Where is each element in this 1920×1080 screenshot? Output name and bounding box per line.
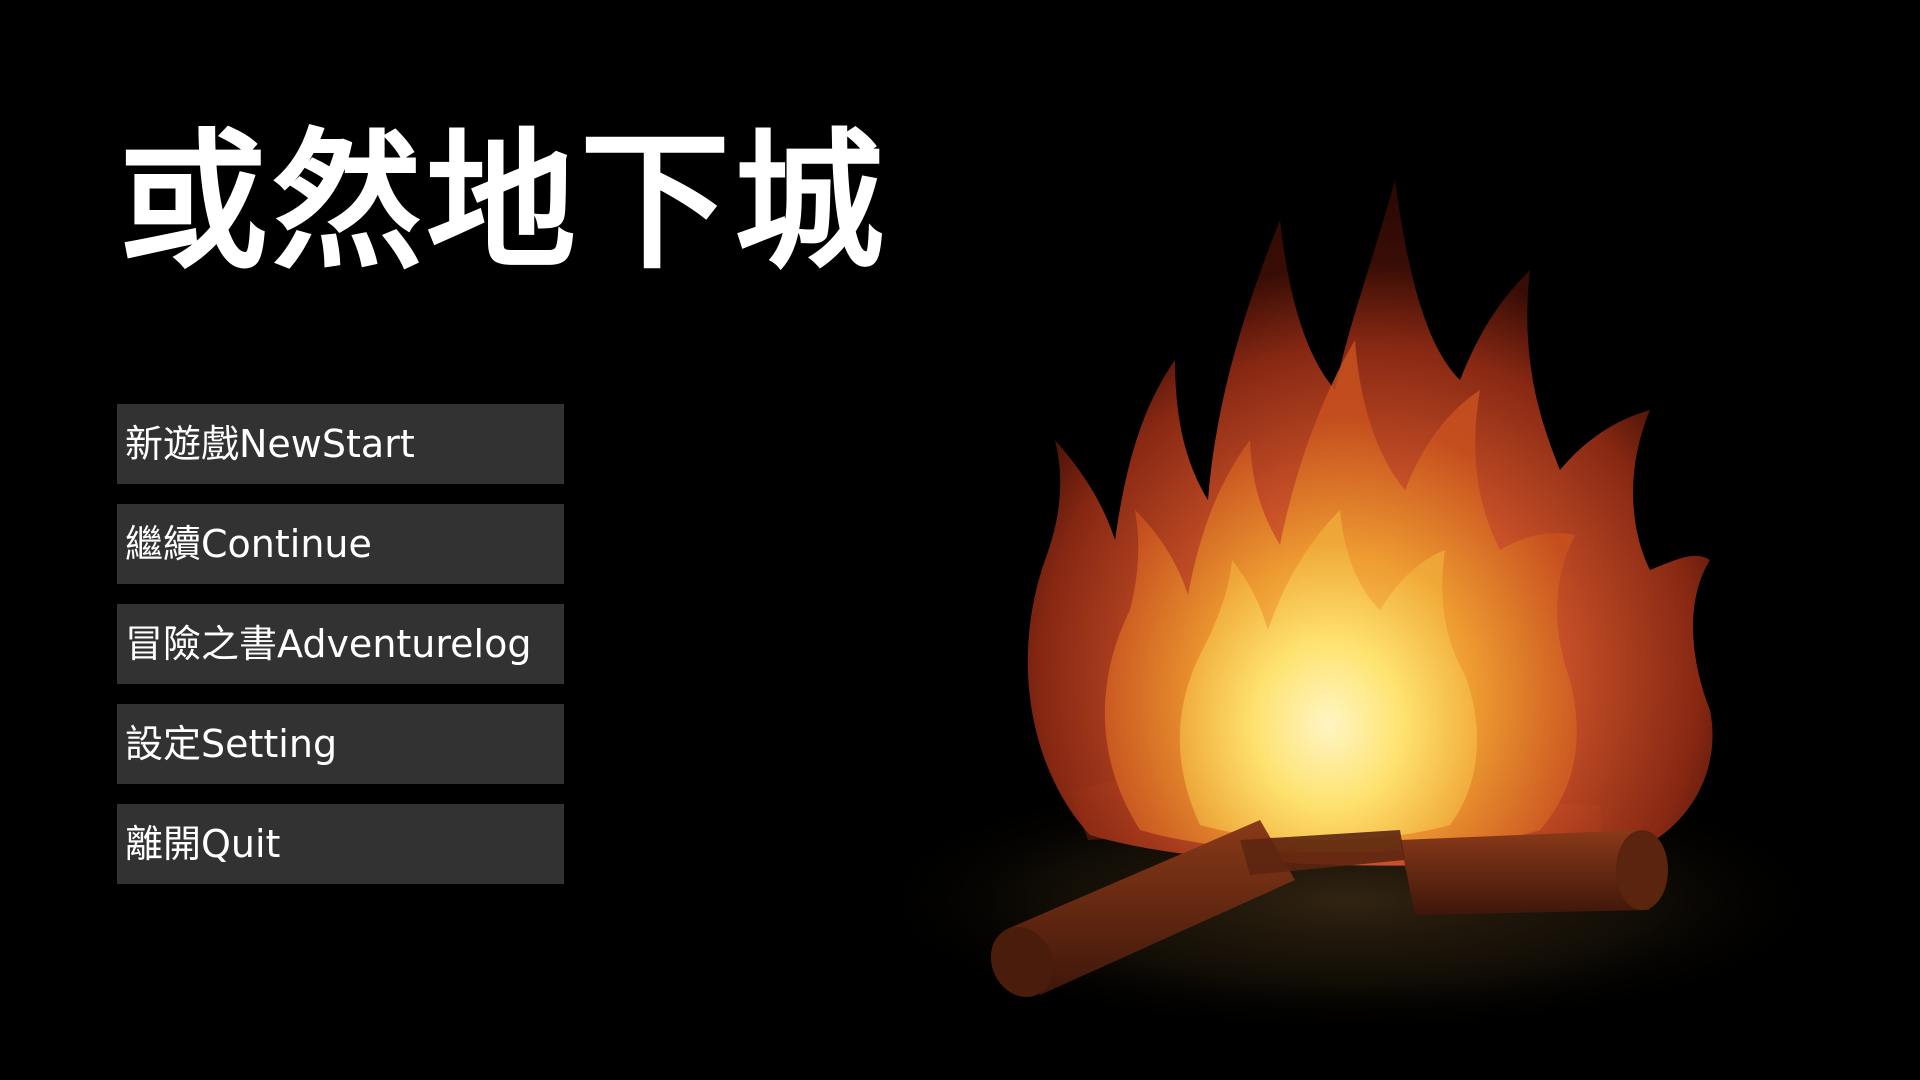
new-game-button[interactable]: 新遊戲NewStart (117, 404, 564, 484)
quit-button[interactable]: 離開Quit (117, 804, 564, 884)
title-screen: 或然地下城 新遊戲NewStart 繼續Continue 冒險之書Adventu… (0, 0, 1920, 1080)
continue-button[interactable]: 繼續Continue (117, 504, 564, 584)
game-title: 或然地下城 (118, 116, 889, 290)
main-menu: 新遊戲NewStart 繼續Continue 冒險之書Adventurelog … (117, 404, 564, 904)
settings-button[interactable]: 設定Setting (117, 704, 564, 784)
adventure-log-button[interactable]: 冒險之書Adventurelog (117, 604, 564, 684)
campfire-illustration (860, 140, 1840, 1035)
